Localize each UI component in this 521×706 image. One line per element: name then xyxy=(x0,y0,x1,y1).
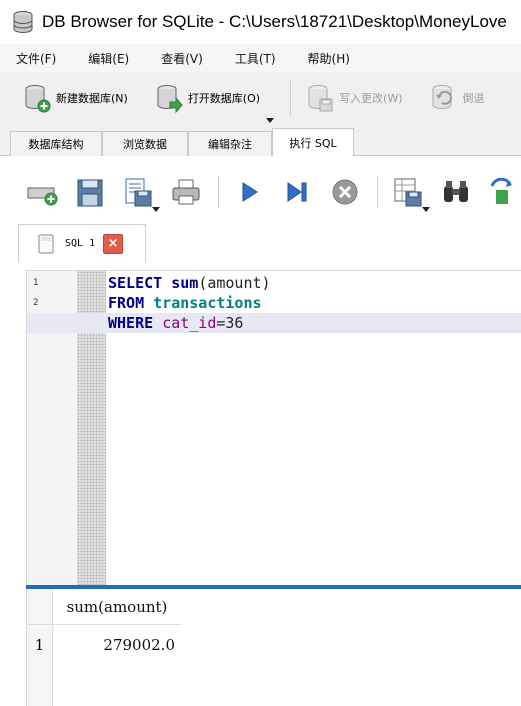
save-results-dropdown-icon[interactable] xyxy=(422,207,430,212)
code-token: (amount) xyxy=(198,274,271,292)
write-changes-button[interactable]: 写入更改(W) xyxy=(305,83,403,113)
column-header[interactable]: sum(amount) xyxy=(53,589,181,625)
line-number: 1 xyxy=(33,278,39,288)
binoculars-icon xyxy=(444,181,468,202)
result-cell[interactable]: 279002.0 xyxy=(53,625,181,665)
code-token: FROM xyxy=(108,294,145,312)
line-number: 2 xyxy=(33,298,39,308)
menu-bar: 文件(F) 编辑(E) 查看(V) 工具(T) 帮助(H) xyxy=(0,44,521,72)
menu-file[interactable]: 文件(F) xyxy=(8,50,64,67)
stop-execution-button[interactable] xyxy=(329,176,361,208)
toolbar-separator xyxy=(290,80,292,116)
open-database-button[interactable]: 打开数据库(O) xyxy=(154,83,275,123)
revert-changes-button[interactable]: 倒退 xyxy=(429,83,485,113)
menu-edit[interactable]: 编辑(E) xyxy=(80,50,137,67)
write-changes-label: 写入更改(W) xyxy=(339,92,403,105)
row-header-filler xyxy=(27,665,53,706)
open-tab-icon xyxy=(27,187,58,206)
save-sql-file-button[interactable] xyxy=(122,176,160,212)
save-results-icon xyxy=(394,178,422,207)
write-changes-icon xyxy=(308,85,333,112)
code-token: sum xyxy=(171,274,199,292)
new-database-icon xyxy=(25,85,51,113)
tab-database-structure[interactable]: 数据库结构 xyxy=(10,131,102,156)
open-database-dropdown-icon[interactable] xyxy=(266,118,275,123)
open-sql-file-icon xyxy=(77,179,103,207)
tab-browse-data[interactable]: 浏览数据 xyxy=(102,131,188,156)
main-toolbar: 新建数据库(N) 打开数据库(O) 写入更改(W) 倒退 xyxy=(0,72,521,124)
open-sql-file-button[interactable] xyxy=(74,176,106,208)
grid-corner[interactable] xyxy=(27,589,53,625)
step-icon xyxy=(287,182,307,202)
sql-toolbar-separator xyxy=(218,176,219,208)
find-replace-button[interactable] xyxy=(488,176,520,208)
tab-execute-sql[interactable]: 执行 SQL xyxy=(272,128,354,157)
menu-tools[interactable]: 工具(T) xyxy=(227,50,284,67)
close-tab-icon[interactable]: × xyxy=(103,233,124,254)
execute-all-button[interactable] xyxy=(233,176,265,208)
database-app-icon xyxy=(13,11,33,33)
main-tab-bar: 数据库结构 浏览数据 编辑杂注 执行 SQL xyxy=(0,128,521,157)
code-token: transactions xyxy=(153,294,262,312)
save-sql-file-icon xyxy=(125,178,152,207)
code-line[interactable]: FROM transactions xyxy=(106,293,521,313)
open-database-label: 打开数据库(O) xyxy=(187,92,261,105)
code-line[interactable]: SELECT sum(amount) xyxy=(106,273,521,293)
open-database-icon xyxy=(157,85,183,113)
revert-changes-label: 倒退 xyxy=(462,92,485,105)
window-title: DB Browser for SQLite - C:\Users\18721\D… xyxy=(42,12,507,31)
code-line[interactable]: WHERE cat_id=36 xyxy=(27,313,521,333)
tab-edit-pragmas[interactable]: 编辑杂注 xyxy=(188,131,272,156)
sql-toolbar-separator-2 xyxy=(377,176,378,208)
new-database-button[interactable]: 新建数据库(N) xyxy=(22,83,128,113)
row-header[interactable]: 1 xyxy=(27,625,53,665)
tab-execute-sql-label: 执行 SQL xyxy=(289,137,337,150)
tab-browse-data-label: 浏览数据 xyxy=(123,138,167,151)
revert-changes-icon xyxy=(432,85,452,109)
title-bar: DB Browser for SQLite - C:\Users\18721\D… xyxy=(0,0,521,44)
tab-edit-pragmas-label: 编辑杂注 xyxy=(208,138,252,151)
results-grid[interactable]: sum(amount) 1 279002.0 xyxy=(26,589,521,706)
sql-editor-tab[interactable]: SQL 1 × xyxy=(18,224,146,262)
menu-view[interactable]: 查看(V) xyxy=(153,50,211,67)
execute-line-button[interactable] xyxy=(281,176,313,208)
find-replace-icon xyxy=(490,177,512,204)
menu-help[interactable]: 帮助(H) xyxy=(300,50,358,67)
sql-code-area[interactable]: SELECT sum(amount) FROM transactions WHERE… xyxy=(27,271,521,585)
new-database-label: 新建数据库(N) xyxy=(56,92,128,105)
find-button[interactable] xyxy=(440,176,472,208)
print-button[interactable] xyxy=(170,176,202,208)
sql-editor[interactable]: 123SELECT sum(amount)FROM transactionsWH… xyxy=(26,270,521,585)
open-tab-button[interactable] xyxy=(26,176,58,208)
code-token: WHERE xyxy=(108,314,154,332)
code-token: SELECT xyxy=(108,274,163,292)
save-sql-file-dropdown-icon[interactable] xyxy=(152,207,160,212)
execute-sql-panel: SQL 1 × 123SELECT sum(amount)FROM transa… xyxy=(0,156,521,706)
play-icon xyxy=(242,182,258,202)
save-results-button[interactable] xyxy=(392,176,430,212)
document-icon xyxy=(38,234,54,253)
tab-database-structure-label: 数据库结构 xyxy=(28,138,84,151)
sql-tab-label: SQL 1 xyxy=(65,238,96,249)
printer-icon xyxy=(172,179,200,205)
stop-icon xyxy=(332,179,358,205)
code-token: =36 xyxy=(216,314,244,332)
sql-toolbar xyxy=(26,172,521,212)
code-token: cat_id xyxy=(162,314,217,332)
